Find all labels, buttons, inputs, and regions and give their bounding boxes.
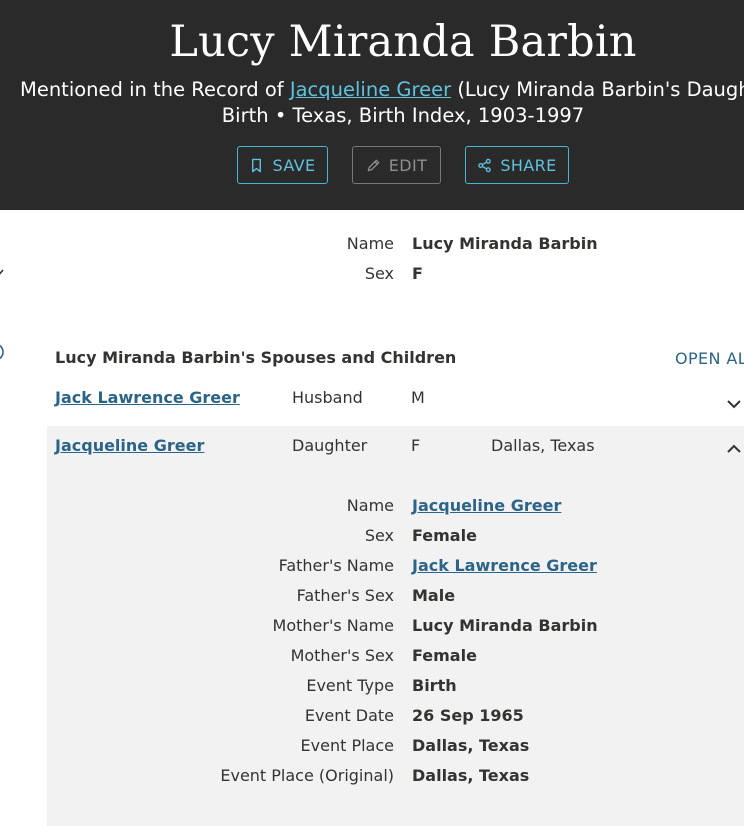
info-icon[interactable] [0,342,6,362]
page-title: Lucy Miranda Barbin [169,17,637,67]
share-label: SHARE [500,155,557,175]
detail-value-fathers-sex: Male [412,586,456,605]
relative-name-link[interactable]: Jack Lawrence Greer [55,388,240,407]
edit-button[interactable]: EDIT [352,146,441,184]
mentioned-prefix: Mentioned in the Record of [20,78,290,101]
detail-label-fathers-sex: Father's Sex [296,586,394,605]
relative-relationship: Husband [292,388,363,407]
field-label-name: Name [346,234,394,253]
relative-sex: F [411,436,421,455]
record-collection-line: Birth • Texas, Birth Index, 1903-1997 [221,104,585,127]
open-all-button[interactable]: OPEN ALL [675,349,744,368]
detail-value-mothers-name: Lucy Miranda Barbin [412,616,598,635]
record-header: Lucy Miranda Barbin Mentioned in the Rec… [0,0,744,210]
chevron-down-icon[interactable] [725,395,743,413]
chevron-down-icon [0,446,4,460]
share-button[interactable]: SHARE [465,146,569,184]
detail-name-link[interactable]: Jacqueline Greer [412,496,561,515]
detail-value-sex: Female [412,526,477,545]
detail-label-mothers-sex: Mother's Sex [290,646,394,665]
detail-label-event-type: Event Type [306,676,394,695]
relative-relationship: Daughter [292,436,368,455]
detail-label-mothers-name: Mother's Name [272,616,394,635]
detail-label-event-place-original: Event Place (Original) [220,766,394,785]
detail-label-name: Name [346,496,394,515]
chevron-up-icon[interactable] [725,440,743,458]
bookmark-icon [252,158,262,172]
detail-value-fathers-name: Jack Lawrence Greer [412,556,597,575]
detail-label-fathers-name: Father's Name [278,556,394,575]
edit-label: EDIT [388,155,428,175]
pencil-icon [367,159,380,171]
detail-father-link[interactable]: Jack Lawrence Greer [412,556,597,575]
detail-value-name: Jacqueline Greer [412,496,561,515]
detail-value-event-place-original: Dallas, Texas [412,766,530,785]
record-content: Name Lucy Miranda Barbin Sex F Lucy Mira… [0,210,744,826]
relative-sex: M [411,388,425,407]
detail-label-event-place: Event Place [300,736,394,755]
mentioned-suffix: (Lucy Miranda Barbin's Daughter) [457,78,744,101]
detail-value-event-place: Dallas, Texas [412,736,530,755]
detail-value-mothers-sex: Female [412,646,477,665]
detail-label-event-date: Event Date [304,706,394,725]
relative-name-link[interactable]: Jacqueline Greer [55,436,204,455]
detail-value-event-type: Birth [412,676,457,695]
mentioned-record-link[interactable]: Jacqueline Greer [290,78,451,101]
save-button[interactable]: SAVE [237,146,328,184]
field-value-name: Lucy Miranda Barbin [412,234,598,253]
share-icon [478,158,492,172]
detail-label-sex: Sex [364,526,394,545]
field-label-sex: Sex [364,264,394,283]
relative-place: Dallas, Texas [491,436,595,455]
save-label: SAVE [272,155,316,175]
spouses-children-heading: Lucy Miranda Barbin's Spouses and Childr… [55,348,457,367]
detail-value-event-date: 26 Sep 1965 [412,706,524,725]
field-value-sex: F [412,264,423,283]
mentioned-in-line: Mentioned in the Record of Jacqueline Gr… [20,77,744,103]
